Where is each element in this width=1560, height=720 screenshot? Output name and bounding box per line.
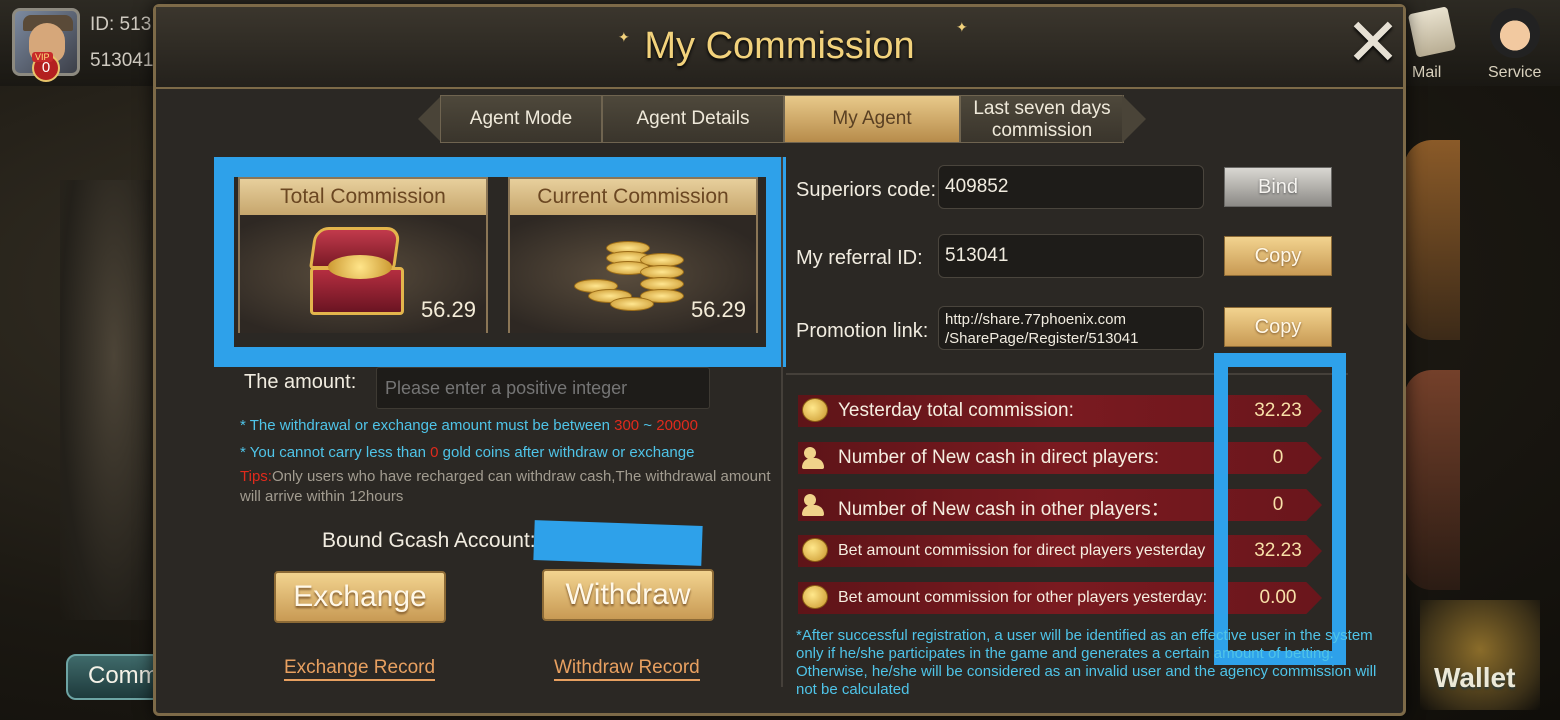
stat-label: Number of New cash in other players： [838,499,1170,520]
note-min: 300 [614,417,640,434]
divider [781,157,783,687]
mail-label[interactable]: Mail [1412,64,1441,82]
tips-body: Only users who have recharged can withdr… [240,468,771,505]
wallet-label[interactable]: Wallet [1434,662,1515,694]
people-icon [802,492,828,516]
note-text: gold coins after withdraw or exchange [438,444,695,461]
coin-icon [802,538,828,562]
tips-label: Tips: [240,468,272,485]
redacted-account [533,520,703,566]
tab-arrow-right-icon [1122,95,1146,143]
min-coins-note: * You cannot carry less than 0 gold coin… [240,444,694,461]
stat-label: Bet amount commission for other players … [838,589,1208,606]
tab-arrow-left-icon [418,95,442,143]
vip-tag: VIP [32,52,53,62]
promotion-link-line2: /SharePage/Register/513041 [945,330,1139,347]
player-id-number: 513041 [90,50,154,71]
copy-referral-button[interactable]: Copy [1224,236,1332,276]
background-character [60,180,150,620]
withdraw-range-note: * The withdrawal or exchange amount must… [240,417,698,434]
side-banner-bottom[interactable] [1404,370,1460,590]
tab-last-seven-days[interactable]: Last seven days commission [960,95,1124,143]
coin-icon [802,585,828,609]
promotion-link-field: http://share.77phoenix.com /SharePage/Re… [938,306,1204,350]
people-icon [802,445,828,469]
referral-id-label: My referral ID: [796,247,923,269]
superiors-code-field[interactable]: 409852 [938,165,1204,209]
bind-button[interactable]: Bind [1224,167,1332,207]
amount-input[interactable] [376,367,710,409]
service-icon[interactable] [1490,8,1540,58]
stat-label: Bet amount commission for direct players… [838,542,1206,559]
registration-footnote: *After successful registration, a user w… [796,627,1377,698]
coin-icon [802,398,828,422]
close-icon[interactable]: ✕ [1344,9,1402,75]
player-id-label: ID: 513 [90,14,152,35]
highlight-box-cards [214,157,786,367]
stat-label: Number of New cash in direct players: [838,447,1160,468]
modal-header: ✦ ✦ My Commission ✕ [156,7,1403,89]
referral-id-field: 513041 [938,234,1204,278]
gcash-account-label: Bound Gcash Account: [322,529,536,552]
superiors-code-label: Superiors code: [796,179,937,201]
note-max: 20000 [656,417,698,434]
modal-title: My Commission [644,25,915,67]
note-text: * You cannot carry less than [240,444,431,461]
promotion-link-label: Promotion link: [796,320,929,342]
tab-agent-mode[interactable]: Agent Mode [440,95,602,143]
amount-label: The amount: [244,371,357,393]
exchange-button[interactable]: Exchange [274,571,446,623]
tab-agent-details[interactable]: Agent Details [602,95,784,143]
copy-link-button[interactable]: Copy [1224,307,1332,347]
commission-modal: ✦ ✦ My Commission ✕ Agent Mode Agent Det… [153,4,1406,716]
note-text: * The withdrawal or exchange amount must… [240,417,615,434]
commission-button[interactable]: Comm [66,654,162,700]
withdraw-record-link[interactable]: Withdraw Record [554,657,700,681]
promotion-link-line1: http://share.77phoenix.com [945,311,1126,328]
withdraw-button[interactable]: Withdraw [542,569,714,621]
highlight-box-values [1214,353,1346,665]
tab-my-agent[interactable]: My Agent [784,95,960,143]
tips-text: Tips:Only users who have recharged can w… [240,467,780,507]
side-banner-top[interactable] [1404,140,1460,340]
stat-label: Yesterday total commission: [838,400,1074,421]
exchange-record-link[interactable]: Exchange Record [284,657,436,681]
service-label[interactable]: Service [1488,64,1541,82]
note-sep: ~ [639,417,657,434]
